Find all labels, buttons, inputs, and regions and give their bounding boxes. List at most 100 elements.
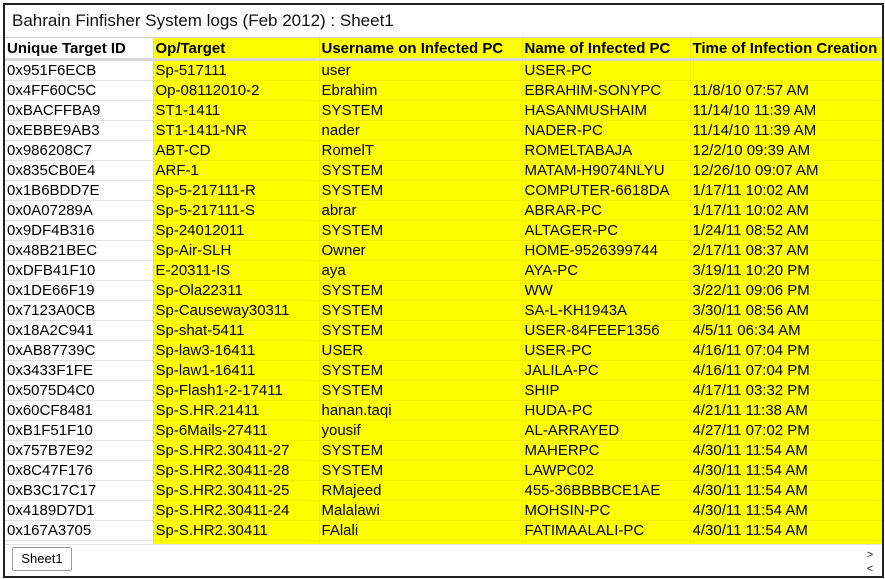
cell-target-id[interactable]: 0x8C47F176	[5, 460, 154, 481]
cell-infection-time[interactable]: 4/30/11 11:54 AM	[690, 500, 882, 521]
scroll-left-arrow-icon[interactable]: <	[865, 563, 875, 575]
cell-target-id[interactable]: 0x757B7E92	[5, 440, 154, 461]
cell-username[interactable]: hanan.taqi	[319, 400, 523, 421]
sheet-tab-sheet1[interactable]: Sheet1	[12, 547, 72, 571]
cell-pc-name[interactable]: USER-PC	[522, 59, 691, 81]
cell-pc-name[interactable]: COMPUTER-6618DA	[522, 180, 691, 201]
cell-op-target[interactable]: Sp-S.HR.21411	[153, 400, 320, 421]
cell-op-target[interactable]: ST1-1411	[153, 100, 320, 121]
cell-op-target[interactable]: Sp-517111	[153, 59, 320, 81]
cell-username[interactable]: USER	[319, 340, 523, 361]
cell-op-target[interactable]: Sp-Ola22311	[153, 280, 320, 301]
cell-infection-time[interactable]: 11/14/10 11:39 AM	[690, 120, 882, 141]
cell-username[interactable]: Ebrahim	[319, 80, 523, 101]
cell-username[interactable]: SYSTEM	[319, 360, 523, 381]
cell-op-target[interactable]: Sp-S.HR2.30411-24	[153, 500, 320, 521]
cell-username[interactable]: RomelT	[319, 140, 523, 161]
cell-target-id[interactable]: 0x167A3705	[5, 520, 154, 541]
cell-pc-name[interactable]: HOME-9526399744	[522, 240, 691, 261]
cell-target-id[interactable]: 0x60CF8481	[5, 400, 154, 421]
cell-target-id[interactable]: 0xB1F51F10	[5, 420, 154, 441]
cell-pc-name[interactable]: SHIP	[522, 380, 691, 401]
cell-pc-name[interactable]: MATAM-H9074NLYU	[522, 160, 691, 181]
cell-infection-time[interactable]: 12/2/10 09:39 AM	[690, 140, 882, 161]
cell-target-id[interactable]: 0x9DF4B316	[5, 220, 154, 241]
cell-op-target[interactable]: ST1-1411-NR	[153, 120, 320, 141]
cell-pc-name[interactable]: ALTAGER-PC	[522, 220, 691, 241]
cell-pc-name[interactable]: HUDA-PC	[522, 400, 691, 421]
cell-op-target[interactable]: Sp-5-217111-S	[153, 200, 320, 221]
cell-op-target[interactable]: Op-08112010-2	[153, 80, 320, 101]
cell-op-target[interactable]: Sp-S.HR2.30411-28	[153, 460, 320, 481]
cell-infection-time[interactable]: 2/17/11 08:37 AM	[690, 240, 882, 261]
cell-pc-name[interactable]: 455-36BBBBCE1AE	[522, 480, 691, 501]
cell-infection-time[interactable]: 4/16/11 07:04 PM	[690, 340, 882, 361]
cell-target-id[interactable]: 0xBACFFBA9	[5, 100, 154, 121]
cell-op-target[interactable]: ARF-1	[153, 160, 320, 181]
cell-target-id[interactable]: 0xB3C17C17	[5, 480, 154, 501]
sheet-grid-area[interactable]: Unique Target ID Op/Target Username on I…	[5, 38, 882, 544]
cell-infection-time[interactable]: 3/19/11 10:20 PM	[690, 260, 882, 281]
cell-op-target[interactable]: Sp-6Mails-27411	[153, 420, 320, 441]
cell-target-id[interactable]: 0xEBBE9AB3	[5, 120, 154, 141]
cell-username[interactable]: SYSTEM	[319, 380, 523, 401]
cell-username[interactable]: aya	[319, 260, 523, 281]
cell-target-id[interactable]: 0xDFB41F10	[5, 260, 154, 281]
cell-target-id[interactable]: 0xAB87739C	[5, 340, 154, 361]
cell-pc-name[interactable]: USER-PC	[522, 340, 691, 361]
cell-username[interactable]: FAlali	[319, 520, 523, 541]
column-header-username[interactable]: Username on Infected PC	[319, 38, 523, 61]
cell-username[interactable]: SYSTEM	[319, 180, 523, 201]
cell-op-target[interactable]: Sp-law1-16411	[153, 360, 320, 381]
cell-op-target[interactable]: Sp-S.HR2.30411-25	[153, 480, 320, 501]
cell-pc-name[interactable]: NADER-PC	[522, 120, 691, 141]
cell-username[interactable]: SYSTEM	[319, 460, 523, 481]
cell-pc-name[interactable]: JALILA-PC	[522, 360, 691, 381]
cell-pc-name[interactable]: USER-84FEEF1356	[522, 320, 691, 341]
cell-infection-time[interactable]: 4/30/11 11:54 AM	[690, 480, 882, 501]
cell-pc-name[interactable]: SA-L-KH1943A	[522, 300, 691, 321]
cell-op-target[interactable]: Sp-5-217111-R	[153, 180, 320, 201]
cell-pc-name[interactable]: MAHERPC	[522, 440, 691, 461]
cell-target-id[interactable]: 0x1B6BDD7E	[5, 180, 154, 201]
cell-op-target[interactable]: E-20311-IS	[153, 260, 320, 281]
cell-target-id[interactable]: 0x835CB0E4	[5, 160, 154, 181]
cell-infection-time[interactable]: 4/30/11 11:54 AM	[690, 520, 882, 541]
cell-infection-time[interactable]: 3/22/11 09:06 PM	[690, 280, 882, 301]
cell-infection-time[interactable]: 4/27/11 07:02 PM	[690, 420, 882, 441]
cell-pc-name[interactable]: ABRAR-PC	[522, 200, 691, 221]
cell-username[interactable]: nader	[319, 120, 523, 141]
cell-target-id[interactable]: 0x0A07289A	[5, 200, 154, 221]
cell-pc-name[interactable]: HASANMUSHAIM	[522, 100, 691, 121]
cell-infection-time[interactable]: 4/21/11 11:38 AM	[690, 400, 882, 421]
cell-pc-name[interactable]: LAWPC02	[522, 460, 691, 481]
cell-username[interactable]: SYSTEM	[319, 300, 523, 321]
cell-target-id[interactable]: 0x48B21BEC	[5, 240, 154, 261]
cell-infection-time[interactable]: 1/17/11 10:02 AM	[690, 180, 882, 201]
cell-pc-name[interactable]: FATIMAALALI-PC	[522, 520, 691, 541]
cell-infection-time[interactable]: 1/17/11 10:02 AM	[690, 200, 882, 221]
cell-infection-time[interactable]: 4/30/11 11:54 AM	[690, 440, 882, 461]
cell-username[interactable]: SYSTEM	[319, 100, 523, 121]
cell-target-id[interactable]: 0x4FF60C5C	[5, 80, 154, 101]
cell-target-id[interactable]: 0x951F6ECB	[5, 59, 154, 81]
cell-op-target[interactable]: Sp-Flash1-2-17411	[153, 380, 320, 401]
cell-op-target[interactable]: Sp-S.HR2.30411-27	[153, 440, 320, 461]
cell-op-target[interactable]: ABT-CD	[153, 140, 320, 161]
cell-username[interactable]: SYSTEM	[319, 320, 523, 341]
column-header-pc-name[interactable]: Name of Infected PC	[522, 38, 691, 61]
cell-pc-name[interactable]: WW	[522, 280, 691, 301]
cell-username[interactable]: SYSTEM	[319, 280, 523, 301]
cell-infection-time[interactable]: 1/24/11 08:52 AM	[690, 220, 882, 241]
cell-op-target[interactable]: Sp-24012011	[153, 220, 320, 241]
cell-target-id[interactable]: 0x5075D4C0	[5, 380, 154, 401]
cell-pc-name[interactable]: EBRAHIM-SONYPC	[522, 80, 691, 101]
cell-infection-time[interactable]: 11/14/10 11:39 AM	[690, 100, 882, 121]
cell-infection-time[interactable]: 4/30/11 11:54 AM	[690, 460, 882, 481]
cell-pc-name[interactable]: AL-ARRAYED	[522, 420, 691, 441]
cell-username[interactable]: yousif	[319, 420, 523, 441]
cell-infection-time[interactable]: 12/26/10 09:07 AM	[690, 160, 882, 181]
cell-op-target[interactable]: Sp-law3-16411	[153, 340, 320, 361]
cell-target-id[interactable]: 0x18A2C941	[5, 320, 154, 341]
cell-infection-time[interactable]	[690, 59, 882, 81]
